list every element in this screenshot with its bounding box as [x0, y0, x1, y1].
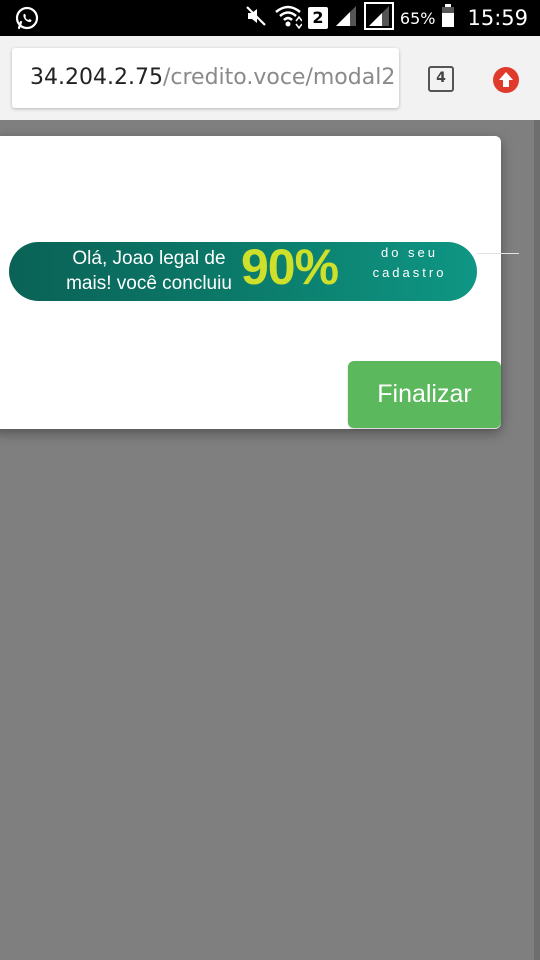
progress-banner: Olá, Joao legal de mais! você concluiu 9…	[9, 239, 477, 301]
finalize-button[interactable]: Finalizar	[348, 361, 501, 428]
status-bar: 2 65% 15:59	[0, 0, 540, 36]
clock: 15:59	[467, 6, 528, 30]
tab-switcher-button[interactable]: 4	[428, 66, 454, 92]
progress-percent: 90%	[241, 239, 339, 295]
battery-icon	[441, 3, 455, 33]
divider	[477, 253, 519, 254]
wifi-icon	[274, 3, 303, 34]
arrow-up-icon[interactable]	[492, 66, 520, 99]
whatsapp-icon	[14, 5, 40, 36]
signal-icon	[363, 1, 394, 35]
sim-slot-badge: 2	[307, 7, 328, 29]
browser-toolbar: 34.204.2.75/credito.voce/modal2 4	[0, 36, 540, 120]
progress-suffix: do seu cadastro	[372, 245, 447, 280]
scrollbar[interactable]	[534, 120, 540, 960]
address-bar[interactable]: 34.204.2.75/credito.voce/modal2	[12, 48, 399, 108]
mute-icon	[244, 4, 268, 33]
url-path: /credito.voce/modal2	[162, 65, 396, 90]
url-host: 34.204.2.75	[30, 65, 163, 90]
battery-percent: 65%	[399, 8, 436, 28]
signal-icon	[334, 4, 358, 33]
greeting-text: Olá, Joao legal de mais! você concluiu	[66, 248, 232, 294]
